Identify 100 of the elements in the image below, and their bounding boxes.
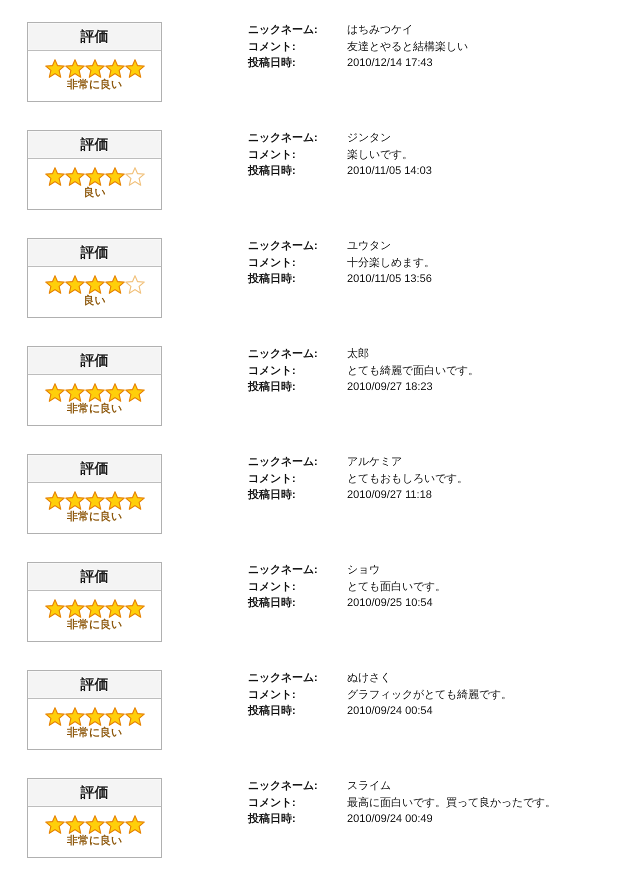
star-icon	[104, 59, 124, 78]
star-icon	[124, 707, 144, 726]
rating-header: 評価	[28, 347, 161, 375]
field-label: 投稿日時:	[248, 56, 297, 71]
field-label: ニックネーム:	[248, 563, 319, 578]
field-value: 2010/11/05 14:03	[347, 164, 432, 179]
star-icon	[84, 275, 104, 294]
field-label: 投稿日時:	[248, 164, 297, 179]
star-icon	[44, 59, 64, 78]
field-value: とてもおもしろいです。	[347, 472, 468, 486]
star-icon	[84, 383, 104, 402]
field-label: ニックネーム:	[248, 455, 319, 470]
field-label: コメント:	[248, 688, 297, 702]
rating-header: 評価	[28, 23, 161, 51]
star-icon	[64, 707, 84, 726]
star-icon	[64, 599, 84, 618]
star-icon	[124, 383, 144, 402]
rating-label: 非常に良い	[67, 402, 122, 416]
field-label: ニックネーム:	[248, 347, 319, 362]
field-value: 友達とやると結構楽しい	[347, 40, 468, 54]
field-label: ニックネーム:	[248, 671, 319, 686]
field-value: 十分楽しめます。	[347, 256, 435, 270]
field-label: ニックネーム:	[248, 23, 319, 38]
star-icon	[104, 275, 124, 294]
star-icon	[84, 167, 104, 186]
rating-label: 良い	[84, 186, 106, 200]
rating-header: 評価	[28, 239, 161, 267]
star-icon	[124, 599, 144, 618]
field-label: ニックネーム:	[248, 239, 319, 254]
star-icon	[44, 707, 64, 726]
star-icon	[84, 707, 104, 726]
field-value: 太郎	[347, 346, 370, 362]
star-icon	[64, 59, 84, 78]
star-icon	[104, 383, 124, 402]
field-value: 2010/12/14 17:43	[347, 56, 434, 71]
star-icon	[84, 491, 104, 510]
star-icon	[44, 275, 64, 294]
star-icon	[44, 383, 64, 402]
field-value: 2010/11/05 13:56	[347, 272, 433, 287]
rating-label: 非常に良い	[67, 834, 122, 848]
rating-label: 非常に良い	[67, 726, 122, 740]
field-value: ぬけさく	[347, 671, 392, 686]
star-icon	[64, 491, 84, 510]
field-label: 投稿日時:	[248, 272, 297, 287]
rating-header: 評価	[28, 671, 161, 699]
field-label: 投稿日時:	[248, 812, 297, 827]
field-label: 投稿日時:	[248, 596, 297, 611]
field-value: グラフィックがとても綺麗です。	[347, 688, 512, 702]
field-value: 2010/09/27 18:23	[347, 380, 434, 395]
field-value: 2010/09/25 10:54	[347, 596, 434, 611]
field-value: ショウ	[347, 563, 381, 578]
star-icon	[64, 167, 84, 186]
field-value: とても綺麗で面白いです。	[347, 364, 479, 378]
field-label: コメント:	[248, 148, 297, 162]
field-value: アルケミア	[347, 455, 403, 470]
star-icon	[124, 59, 144, 78]
star-icon	[84, 599, 104, 618]
field-value: ジンタン	[347, 131, 392, 146]
rating-label: 非常に良い	[67, 78, 122, 92]
field-value: ユウタン	[347, 239, 392, 254]
field-value: 2010/09/24 00:54	[347, 704, 434, 719]
rating-label: 非常に良い	[67, 510, 122, 524]
field-value: はちみつケイ	[347, 23, 414, 38]
field-label: 投稿日時:	[248, 704, 297, 719]
star-icon	[64, 275, 84, 294]
field-value: スライム	[347, 779, 392, 794]
field-label: コメント:	[248, 364, 297, 378]
star-icon	[64, 383, 84, 402]
star-icon	[124, 491, 144, 510]
rating-header: 評価	[28, 455, 161, 483]
star-icon	[44, 491, 64, 510]
field-label: ニックネーム:	[248, 131, 319, 146]
star-icon	[64, 815, 84, 834]
field-label: コメント:	[248, 796, 297, 810]
star-icon	[84, 815, 104, 834]
star-icon	[104, 707, 124, 726]
field-value: 2010/09/24 00:49	[347, 812, 434, 827]
rating-header: 評価	[28, 563, 161, 591]
rating-header: 評価	[28, 779, 161, 807]
field-label: 投稿日時:	[248, 380, 297, 395]
field-label: コメント:	[248, 472, 297, 486]
field-value: 2010/09/27 11:18	[347, 488, 433, 503]
field-value: とても面白いです。	[347, 580, 446, 594]
field-label: コメント:	[248, 580, 297, 594]
field-label: ニックネーム:	[248, 779, 319, 794]
star-icon	[44, 815, 64, 834]
field-value: 最高に面白いです。買って良かったです。	[347, 796, 556, 810]
star-icon	[44, 599, 64, 618]
star-icon	[104, 491, 124, 510]
star-icon	[84, 59, 104, 78]
rating-header: 評価	[28, 131, 161, 159]
star-icon	[104, 167, 124, 186]
rating-label: 良い	[84, 294, 106, 308]
rating-label: 非常に良い	[67, 618, 122, 632]
field-label: コメント:	[248, 256, 297, 270]
field-label: 投稿日時:	[248, 488, 297, 503]
star-icon	[104, 815, 124, 834]
star-icon	[124, 815, 144, 834]
star-icon	[104, 599, 124, 618]
field-label: コメント:	[248, 40, 297, 54]
